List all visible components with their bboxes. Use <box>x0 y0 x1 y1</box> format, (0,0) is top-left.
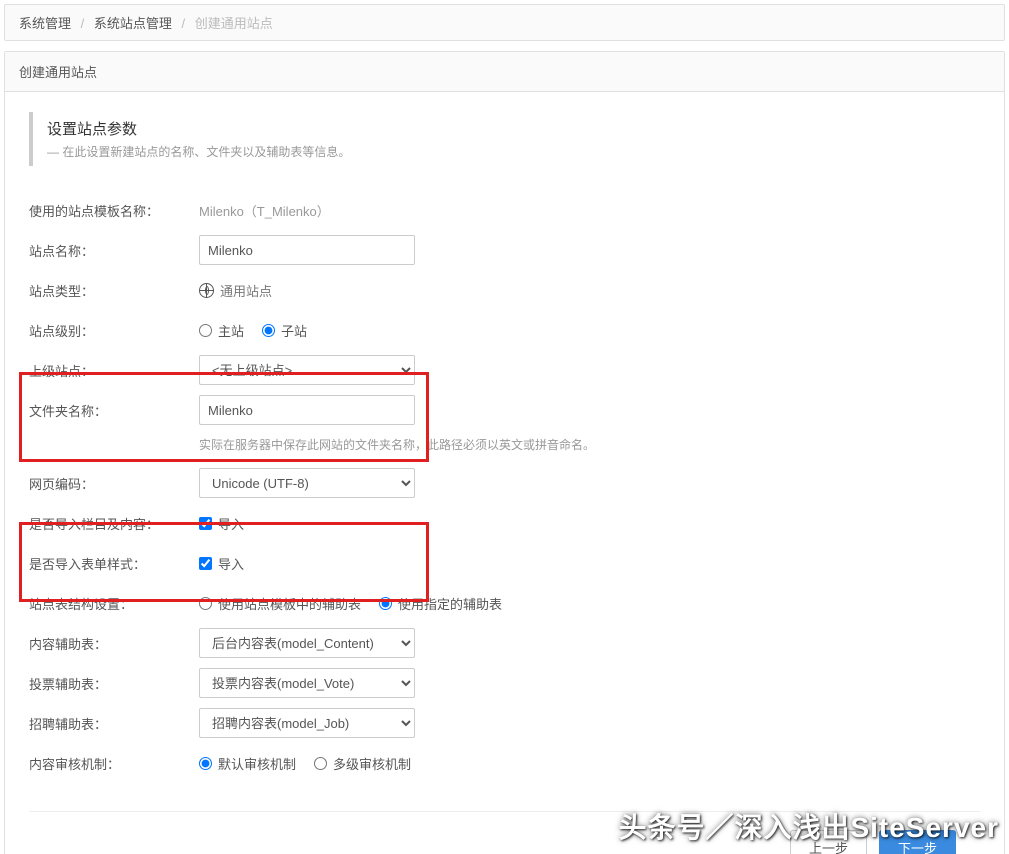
label-template-name: 使用的站点模板名称： <box>29 201 199 220</box>
label-import-content: 是否导入栏目及内容： <box>29 514 199 533</box>
panel-title: 创建通用站点 <box>5 52 1004 92</box>
footer-actions: 上一步 下一步 <box>29 811 980 854</box>
label-site-level: 站点级别： <box>29 321 199 340</box>
radio-level-main[interactable]: 主站 <box>199 321 244 340</box>
prev-button[interactable]: 上一步 <box>790 830 867 854</box>
check-import-style[interactable]: 导入 <box>199 554 244 573</box>
radio-level-sub[interactable]: 子站 <box>262 321 307 340</box>
create-site-panel: 创建通用站点 设置站点参数 — 在此设置新建站点的名称、文件夹以及辅助表等信息。… <box>4 51 1005 854</box>
crumb-sys[interactable]: 系统管理 <box>19 16 71 31</box>
section-header: 设置站点参数 — 在此设置新建站点的名称、文件夹以及辅助表等信息。 <box>29 112 980 166</box>
label-import-style: 是否导入表单样式： <box>29 554 199 573</box>
label-site-type: 站点类型： <box>29 281 199 300</box>
globe-icon <box>199 283 214 298</box>
label-table-config: 站点表结构设置： <box>29 594 199 613</box>
crumb-current: 创建通用站点 <box>195 16 273 31</box>
content-table-select[interactable]: 后台内容表(model_Content) <box>199 628 415 658</box>
radio-custom-table[interactable]: 使用指定的辅助表 <box>379 594 502 613</box>
job-table-select[interactable]: 招聘内容表(model_Job) <box>199 708 415 738</box>
label-site-name: 站点名称： <box>29 241 199 260</box>
label-vote-table: 投票辅助表： <box>29 674 199 693</box>
crumb-sep: / <box>81 16 85 31</box>
site-type-text: 通用站点 <box>220 281 272 300</box>
next-button[interactable]: 下一步 <box>879 830 956 854</box>
label-content-table: 内容辅助表： <box>29 634 199 653</box>
encoding-select[interactable]: Unicode (UTF-8) <box>199 468 415 498</box>
radio-tpl-table[interactable]: 使用站点模板中的辅助表 <box>199 594 361 613</box>
label-job-table: 招聘辅助表： <box>29 714 199 733</box>
crumb-sitemgmt[interactable]: 系统站点管理 <box>94 16 172 31</box>
vote-table-select[interactable]: 投票内容表(model_Vote) <box>199 668 415 698</box>
section-subtitle: — 在此设置新建站点的名称、文件夹以及辅助表等信息。 <box>47 143 966 160</box>
crumb-sep: / <box>182 16 186 31</box>
folder-name-input[interactable] <box>199 395 415 425</box>
site-name-input[interactable] <box>199 235 415 265</box>
radio-audit-default[interactable]: 默认审核机制 <box>199 754 296 773</box>
radio-audit-multi[interactable]: 多级审核机制 <box>314 754 411 773</box>
parent-site-select[interactable]: <无上级站点> <box>199 355 415 385</box>
label-audit: 内容审核机制： <box>29 754 199 773</box>
check-import-content[interactable]: 导入 <box>199 514 244 533</box>
breadcrumb: 系统管理 / 系统站点管理 / 创建通用站点 <box>4 4 1005 41</box>
value-template-name: Milenko（T_Milenko） <box>199 201 980 220</box>
label-parent-site: 上级站点： <box>29 361 199 380</box>
folder-hint: 实际在服务器中保存此网站的文件夹名称，此路径必须以英文或拼音命名。 <box>199 436 980 453</box>
label-encoding: 网页编码： <box>29 474 199 493</box>
label-folder-name: 文件夹名称： <box>29 401 199 420</box>
section-title: 设置站点参数 <box>47 118 966 139</box>
